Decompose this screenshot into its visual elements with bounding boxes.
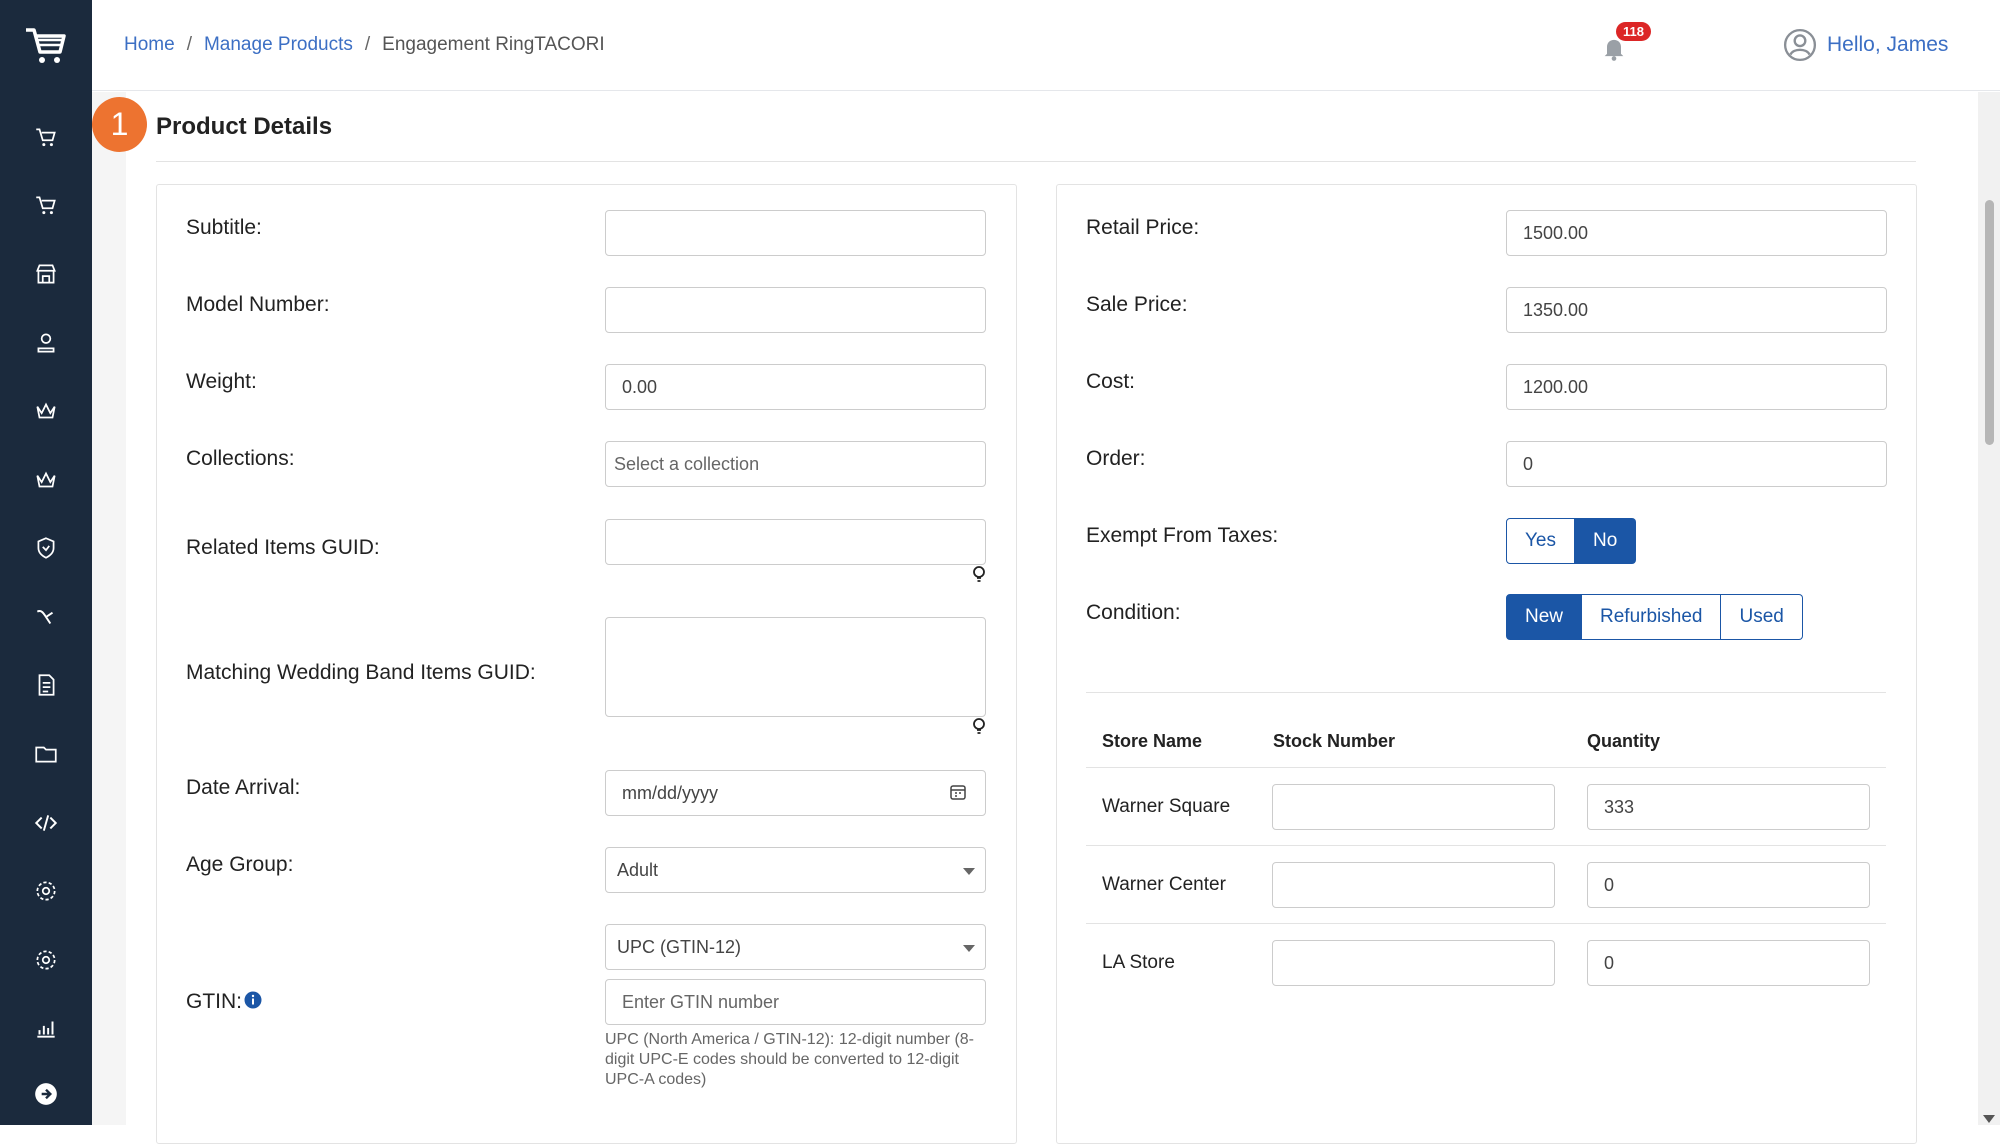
date-arrival-label: Date Arrival:: [186, 776, 301, 799]
gtin-type-value: UPC (GTIN-12): [617, 937, 742, 957]
folder-icon[interactable]: [26, 734, 66, 774]
store-name-cell: Warner Square: [1102, 796, 1231, 817]
shield-icon[interactable]: [26, 528, 66, 568]
gtin-label: GTIN:: [186, 990, 242, 1013]
condition-new-button[interactable]: New: [1506, 594, 1583, 640]
quantity-input[interactable]: 0: [1587, 862, 1870, 908]
lightbulb-icon: [972, 718, 986, 736]
matching-band-label: Matching Wedding Band Items GUID:: [186, 661, 536, 684]
cart-icon[interactable]: [26, 117, 66, 157]
gtin-input[interactable]: Enter GTIN number: [605, 979, 986, 1025]
lightbulb-icon: [972, 566, 986, 584]
exempt-taxes-label: Exempt From Taxes:: [1086, 524, 1279, 547]
info-icon[interactable]: [244, 991, 262, 1009]
gtin-type-select[interactable]: UPC (GTIN-12): [605, 924, 986, 970]
user-greeting: Hello, James: [1827, 33, 1949, 56]
users-icon[interactable]: [26, 323, 66, 363]
collections-label: Collections:: [186, 447, 295, 470]
stock-number-header: Stock Number: [1273, 731, 1396, 751]
store-name-cell: LA Store: [1102, 952, 1175, 973]
collections-select[interactable]: Select a collection: [605, 441, 986, 487]
section-title: Product Details: [156, 113, 333, 140]
related-items-input[interactable]: [605, 519, 986, 565]
quantity-header: Quantity: [1587, 731, 1661, 751]
breadcrumb-current: Engagement RingTACORI: [382, 34, 605, 55]
breadcrumb: Home / Manage Products / Engagement Ring…: [124, 34, 605, 56]
weight-input[interactable]: 0.00: [605, 364, 986, 410]
top-bar: Home / Manage Products / Engagement Ring…: [92, 0, 2000, 91]
user-menu[interactable]: Hello, James: [1783, 28, 1948, 62]
stock-divider: [1086, 692, 1886, 693]
store-icon[interactable]: [26, 254, 66, 294]
condition-toggle: New Refurbished Used: [1506, 594, 1803, 640]
order-input[interactable]: 0: [1506, 441, 1887, 487]
age-group-value: Adult: [617, 860, 659, 880]
condition-used-button[interactable]: Used: [1721, 594, 1803, 640]
scrollbar-thumb[interactable]: [1985, 200, 1994, 445]
document-icon[interactable]: [26, 665, 66, 705]
age-group-label: Age Group:: [186, 853, 294, 876]
chevron-down-icon: [963, 868, 975, 875]
step-number-badge: 1: [92, 97, 147, 152]
cart-logo-icon[interactable]: [22, 20, 70, 68]
chevron-down-icon: [963, 945, 975, 952]
exempt-yes-button[interactable]: Yes: [1506, 518, 1575, 564]
stock-number-input[interactable]: [1272, 940, 1555, 986]
stock-number-input[interactable]: [1272, 784, 1555, 830]
weight-label: Weight:: [186, 370, 257, 393]
related-items-label: Related Items GUID:: [186, 536, 380, 559]
breadcrumb-separator: /: [186, 34, 192, 55]
user-avatar-icon: [1783, 28, 1817, 62]
table-row-divider: [1086, 845, 1886, 846]
cost-input[interactable]: 1200.00: [1506, 364, 1887, 410]
subtitle-label: Subtitle:: [186, 216, 262, 239]
cost-label: Cost:: [1086, 370, 1136, 393]
ring-icon[interactable]: [26, 597, 66, 637]
sidebar: [0, 0, 92, 1125]
sale-price-input[interactable]: 1350.00: [1506, 287, 1887, 333]
store-name-cell: Warner Center: [1102, 874, 1226, 895]
calendar-icon[interactable]: [949, 783, 967, 801]
cart-add-icon[interactable]: [26, 185, 66, 225]
logout-arrow-icon[interactable]: [26, 1074, 66, 1114]
matching-band-textarea[interactable]: [605, 617, 986, 717]
retail-price-label: Retail Price:: [1086, 216, 1200, 239]
section-divider: [156, 161, 1916, 162]
date-arrival-input[interactable]: mm/dd/yyyy: [605, 770, 986, 816]
breadcrumb-separator: /: [364, 34, 371, 55]
quantity-input[interactable]: 0: [1587, 940, 1870, 986]
breadcrumb-manage-products[interactable]: Manage Products: [204, 34, 353, 56]
analytics-icon[interactable]: [26, 1008, 66, 1048]
exempt-no-button[interactable]: No: [1575, 518, 1637, 564]
gtin-help-text: UPC (North America / GTIN-12): 12-digit …: [605, 1031, 974, 1088]
order-label: Order:: [1086, 447, 1146, 470]
gear-icon[interactable]: [26, 871, 66, 911]
subtitle-input[interactable]: [605, 210, 986, 256]
crown-icon[interactable]: [26, 391, 66, 431]
retail-price-input[interactable]: 1500.00: [1506, 210, 1887, 256]
stock-number-input[interactable]: [1272, 862, 1555, 908]
notification-badge: 118: [1616, 22, 1651, 41]
condition-refurbished-button[interactable]: Refurbished: [1582, 594, 1722, 640]
page-scrollbar[interactable]: [1978, 92, 2000, 1125]
exempt-taxes-toggle: Yes No: [1506, 518, 1637, 564]
crown-alt-icon[interactable]: [26, 460, 66, 500]
store-name-header: Store Name: [1102, 731, 1203, 751]
table-row-divider: [1086, 767, 1886, 768]
age-group-select[interactable]: Adult: [605, 847, 986, 893]
breadcrumb-home[interactable]: Home: [124, 34, 175, 56]
code-icon[interactable]: [26, 803, 66, 843]
condition-label: Condition:: [1086, 601, 1181, 624]
quantity-input[interactable]: 333: [1587, 784, 1870, 830]
model-number-label: Model Number:: [186, 293, 330, 316]
scroll-down-arrow-icon[interactable]: [1983, 1115, 1995, 1123]
model-number-input[interactable]: [605, 287, 986, 333]
table-row-divider: [1086, 923, 1886, 924]
settings-icon[interactable]: [26, 940, 66, 980]
sale-price-label: Sale Price:: [1086, 293, 1188, 316]
